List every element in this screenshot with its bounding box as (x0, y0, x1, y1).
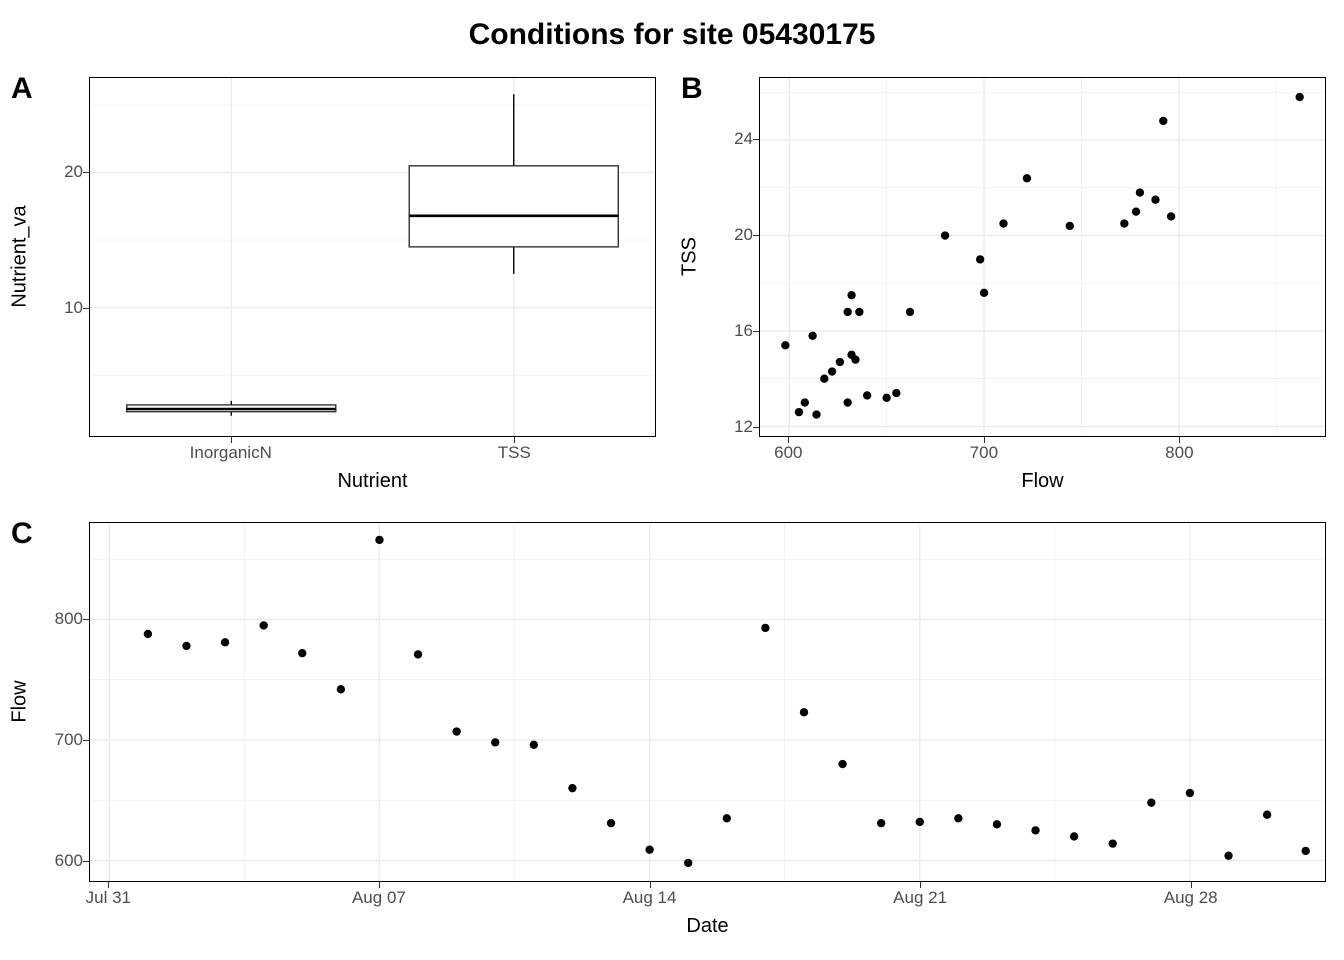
panel-a-xtick: InorganicN (171, 443, 291, 463)
panel-b-ytick: 16 (721, 321, 753, 341)
tick-mark (984, 437, 985, 443)
figure-title: Conditions for site 05430175 (0, 18, 1344, 52)
panel-c-scatter (89, 522, 1326, 882)
panel-c-xtick: Aug 07 (339, 888, 419, 908)
panel-label-c: C (11, 517, 33, 551)
tick-mark (1191, 882, 1192, 888)
tick-mark (753, 139, 759, 140)
panel-a-ytick: 20 (51, 162, 83, 182)
figure: Conditions for site 05430175 A Nutrient … (0, 0, 1344, 960)
panel-a-xlabel: Nutrient (89, 470, 656, 493)
panel-a-ylabel: Nutrient_va (9, 197, 32, 317)
panel-b-ytick: 24 (721, 129, 753, 149)
panel-b-xtick: 600 (758, 443, 818, 463)
tick-mark (753, 427, 759, 428)
panel-c-ylabel: Flow (9, 652, 32, 752)
panel-b-scatter (759, 77, 1326, 437)
tick-mark (514, 437, 515, 443)
tick-mark (753, 331, 759, 332)
panel-a-boxplot (89, 77, 656, 437)
panel-c-xtick: Jul 31 (68, 888, 148, 908)
panel-c-xlabel: Date (89, 915, 1326, 938)
panel-b-xlabel: Flow (759, 470, 1326, 493)
tick-mark (83, 619, 89, 620)
tick-mark (650, 882, 651, 888)
tick-mark (379, 882, 380, 888)
tick-mark (231, 437, 232, 443)
panel-b-xtick: 700 (954, 443, 1014, 463)
panel-c-xtick: Aug 28 (1151, 888, 1231, 908)
tick-mark (920, 882, 921, 888)
panel-b-ytick: 20 (721, 225, 753, 245)
panel-label-b: B (681, 72, 703, 106)
panel-c-ytick: 800 (47, 609, 83, 629)
tick-mark (83, 740, 89, 741)
panel-c-ytick: 700 (47, 730, 83, 750)
tick-mark (1179, 437, 1180, 443)
tick-mark (83, 861, 89, 862)
tick-mark (108, 882, 109, 888)
panel-b-ytick: 12 (721, 417, 753, 437)
panel-c-xtick: Aug 14 (610, 888, 690, 908)
panel-b-xtick: 800 (1149, 443, 1209, 463)
panel-c-ytick: 600 (47, 851, 83, 871)
panel-a-ytick: 10 (51, 298, 83, 318)
tick-mark (753, 235, 759, 236)
panel-a-xtick: TSS (454, 443, 574, 463)
tick-mark (83, 308, 89, 309)
panel-b-ylabel: TSS (679, 207, 702, 307)
panel-c-xtick: Aug 21 (880, 888, 960, 908)
panel-label-a: A (11, 72, 33, 106)
tick-mark (788, 437, 789, 443)
tick-mark (83, 172, 89, 173)
